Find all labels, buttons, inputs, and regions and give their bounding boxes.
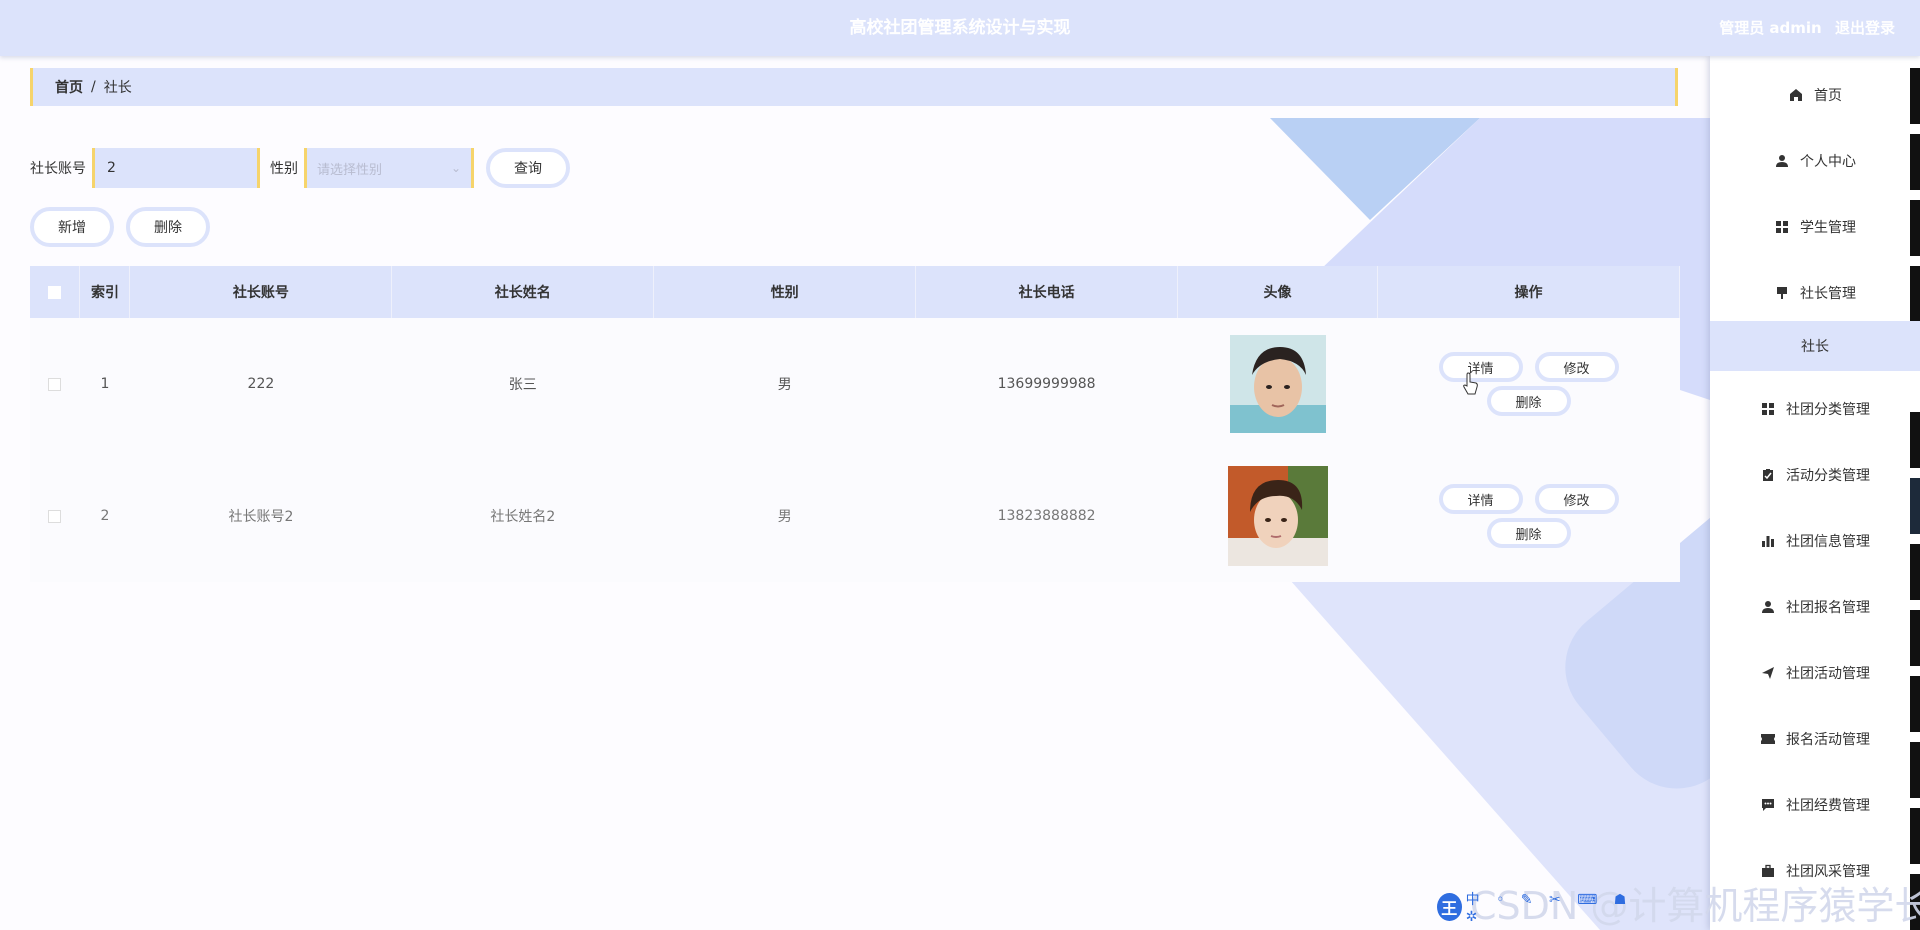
add-button[interactable]: 新增: [30, 207, 114, 247]
sidebar-item-label: 社团活动管理: [1786, 666, 1870, 682]
mouse-cursor-icon: [1463, 372, 1478, 395]
cell-operations: 详情 修改 删除: [1378, 450, 1680, 582]
sidebar-item-label: 社团报名管理: [1786, 600, 1870, 616]
avatar: [1229, 335, 1326, 433]
select-all-checkbox[interactable]: [48, 285, 62, 299]
detail-button[interactable]: 详情: [1438, 352, 1523, 382]
breadcrumb: 首页 / 社长: [30, 68, 1678, 106]
cell-name: 张三: [508, 377, 537, 393]
sidebar-item-label: 学生管理: [1800, 220, 1856, 236]
row-checkbox[interactable]: [48, 509, 62, 523]
send-icon: [1760, 665, 1776, 681]
sidebar-item-activity-category[interactable]: 活动分类管理: [1710, 455, 1920, 495]
ime-toolbar: 王 中 ◦ ✎ ✂ ⌨ ☗ ✲: [1437, 892, 1637, 925]
cell-name: 社长姓名2: [490, 509, 556, 525]
grid-icon: [1760, 401, 1776, 417]
table-header-row: 索引 社长账号 社长姓名 性别 社长电话 头像 操作: [30, 266, 1680, 318]
table-row: 2 社长账号2 社长姓名2 男 13823888882 详情 修改 删除: [30, 450, 1680, 582]
logout-link[interactable]: 退出登录: [1835, 19, 1895, 37]
user-label: 管理员 admin: [1719, 19, 1822, 37]
gender-label: 性别: [270, 161, 298, 177]
cell-phone: 13823888882: [997, 508, 1096, 524]
sidebar-item-students[interactable]: 学生管理: [1710, 207, 1920, 247]
home-icon: [1788, 87, 1804, 103]
sidebar-item-label: 社团分类管理: [1786, 402, 1870, 418]
app-title: 高校社团管理系统设计与实现: [849, 18, 1071, 38]
person-icon: [1760, 599, 1776, 615]
account-label: 社长账号: [30, 161, 86, 177]
ime-tools[interactable]: 中 ◦ ✎ ✂ ⌨ ☗ ✲: [1466, 889, 1637, 925]
top-header: 高校社团管理系统设计与实现 管理员 admin 退出登录: [0, 0, 1920, 56]
cell-avatar: [1178, 450, 1378, 582]
account-input-value: 2: [107, 160, 116, 176]
sidebar-item-president[interactable]: 社长: [1710, 321, 1920, 371]
gender-select[interactable]: 请选择性别 ⌄: [304, 148, 474, 188]
sidebar-item-club-info[interactable]: 社团信息管理: [1710, 521, 1920, 561]
gender-select-placeholder: 请选择性别: [317, 162, 383, 178]
action-bar: 新增 删除: [30, 207, 222, 247]
breadcrumb-home[interactable]: 首页: [55, 77, 83, 97]
sidebar-item-profile[interactable]: 个人中心: [1710, 141, 1920, 181]
cell-gender: 男: [777, 377, 792, 393]
user-area: 管理员 admin 退出登录: [1711, 0, 1895, 56]
sidebar-item-label: 社团经费管理: [1786, 798, 1870, 814]
breadcrumb-separator: /: [91, 79, 96, 95]
cell-operations: 详情 修改 删除: [1378, 318, 1680, 450]
cell-phone: 13699999988: [997, 376, 1096, 392]
sidebar-item-club-category[interactable]: 社团分类管理: [1710, 389, 1920, 429]
row-delete-button[interactable]: 删除: [1486, 518, 1571, 548]
column-header: 操作: [1377, 266, 1680, 318]
sidebar-item-label: 社长: [1801, 339, 1829, 355]
column-header: 性别: [653, 266, 917, 318]
cell-index: 2: [100, 508, 110, 524]
cell-index: 1: [100, 376, 110, 392]
detail-button[interactable]: 详情: [1438, 484, 1523, 514]
select-all-cell: [30, 266, 81, 318]
column-header: 头像: [1177, 266, 1379, 318]
person-icon: [1774, 153, 1790, 169]
cell-account: 222: [247, 376, 275, 392]
column-header: 索引: [79, 266, 131, 318]
chat-icon: [1760, 797, 1776, 813]
sidebar-item-home[interactable]: 首页: [1710, 75, 1920, 115]
query-button[interactable]: 查询: [486, 148, 570, 188]
sidebar-item-label: 社团信息管理: [1786, 534, 1870, 550]
sidebar-item-club-signup[interactable]: 社团报名管理: [1710, 587, 1920, 627]
cell-gender: 男: [777, 509, 792, 525]
column-header: 社长姓名: [391, 266, 655, 318]
breadcrumb-current: 社长: [103, 80, 132, 96]
sidebar-item-club-activity[interactable]: 社团活动管理: [1710, 653, 1920, 693]
chevron-down-icon: ⌄: [450, 161, 461, 175]
search-bar: 社长账号 2 性别 请选择性别 ⌄ 查询: [30, 148, 570, 188]
row-checkbox[interactable]: [48, 377, 62, 391]
sidebar-item-president-mgmt[interactable]: 社长管理: [1710, 273, 1920, 313]
sidebar-item-activity-signup[interactable]: 报名活动管理: [1710, 719, 1920, 759]
cell-account: 社长账号2: [228, 509, 294, 525]
data-table: 索引 社长账号 社长姓名 性别 社长电话 头像 操作 1 222 张三 男 13…: [30, 266, 1680, 582]
row-delete-button[interactable]: 删除: [1486, 386, 1571, 416]
clipboard-icon: [1760, 467, 1776, 483]
account-input[interactable]: 2: [92, 148, 260, 188]
pin-icon: [1774, 285, 1790, 301]
avatar: [1227, 466, 1328, 566]
cell-avatar: [1178, 318, 1378, 450]
ime-logo[interactable]: 王: [1437, 893, 1462, 921]
edit-button[interactable]: 修改: [1534, 352, 1619, 382]
sidebar-item-label: 个人中心: [1800, 154, 1856, 170]
sidebar-item-club-funds[interactable]: 社团经费管理: [1710, 785, 1920, 825]
edit-button[interactable]: 修改: [1534, 484, 1619, 514]
sidebar: 首页 个人中心 学生管理 社长管理 社长 社团分类管理 活动分类管理 社团信息管…: [1710, 56, 1920, 930]
column-header: 社长账号: [129, 266, 393, 318]
delete-button[interactable]: 删除: [126, 207, 210, 247]
sidebar-item-label: 报名活动管理: [1786, 732, 1870, 748]
sidebar-item-label: 社长管理: [1800, 286, 1856, 302]
grid-icon: [1774, 219, 1790, 235]
ticket-icon: [1760, 731, 1776, 747]
column-header: 社长电话: [915, 266, 1179, 318]
sidebar-item-label: 首页: [1814, 88, 1842, 104]
table-row: 1 222 张三 男 13699999988 详情 修改 删除: [30, 318, 1680, 450]
bar-chart-icon: [1760, 533, 1776, 549]
sidebar-item-label: 活动分类管理: [1786, 468, 1870, 484]
